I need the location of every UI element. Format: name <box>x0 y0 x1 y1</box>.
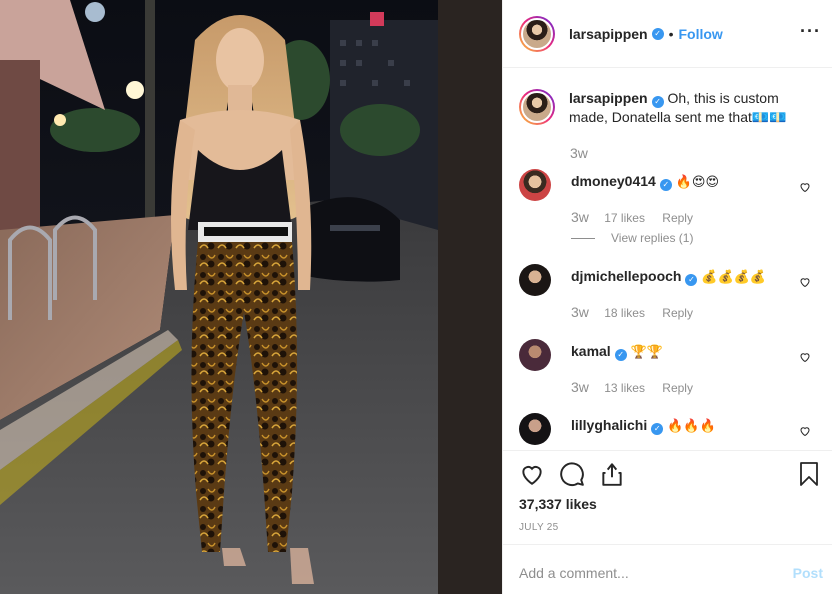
verified-badge-icon: ✓ <box>659 179 672 191</box>
comment-meta: 3w 17 likes Reply <box>571 209 693 225</box>
separator-dot: • <box>668 25 674 42</box>
comment-username[interactable]: kamal <box>571 343 611 359</box>
comment-item: djmichellepooch ✓ 💰💰💰💰 3w 18 likes Reply <box>519 264 819 324</box>
comment-likes[interactable]: 13 likes <box>604 381 645 395</box>
comment-bubble-icon[interactable] <box>559 461 585 487</box>
verified-badge-icon: ✓ <box>685 274 698 286</box>
comment-item: lillyghalichi ✓ 🔥🔥🔥 <box>519 413 819 450</box>
comment-text: 💰💰💰💰 <box>701 270 767 285</box>
add-comment-input[interactable]: Add a comment... <box>519 565 629 581</box>
like-comment-heart-icon[interactable] <box>799 276 811 288</box>
comment-time[interactable]: 3w <box>571 379 589 395</box>
comments-list[interactable]: larsapippen ✓ Oh, this is custom made, Do… <box>503 69 832 450</box>
comment-item: dmoney0414 ✓ 🔥😍😍 3w 17 likes Reply View r… <box>519 169 819 249</box>
post-actions: 37,337 likes JULY 25 <box>503 450 832 544</box>
comment-avatar[interactable] <box>519 169 551 201</box>
follow-button[interactable]: Follow <box>679 26 723 42</box>
instagram-post: larsapippen ✓ • Follow ··· larsapippen ✓ … <box>0 0 832 594</box>
save-bookmark-button[interactable] <box>797 461 821 487</box>
caption: larsapippen ✓ Oh, this is custom made, Do… <box>519 89 819 161</box>
verified-badge-icon: ✓ <box>614 349 627 361</box>
comment-text: 🏆🏆 <box>630 345 663 360</box>
comment-item: kamal ✓ 🏆🏆 3w 13 likes Reply <box>519 339 819 399</box>
comment-avatar[interactable] <box>519 264 551 296</box>
caption-time[interactable]: 3w <box>570 145 588 161</box>
author-avatar[interactable] <box>519 15 555 52</box>
caption-text-block: larsapippen ✓ Oh, this is custom made, Do… <box>569 89 809 126</box>
comment-meta: 3w 13 likes Reply <box>571 379 693 395</box>
reply-button[interactable]: Reply <box>662 211 693 225</box>
replies-divider <box>571 238 595 240</box>
comment-username[interactable]: lillyghalichi <box>571 417 647 433</box>
caption-avatar[interactable] <box>519 89 555 125</box>
caption-username[interactable]: larsapippen <box>569 90 648 106</box>
post-side-panel: larsapippen ✓ • Follow ··· larsapippen ✓ … <box>502 0 832 594</box>
comment-time[interactable]: 3w <box>571 209 589 225</box>
author-username[interactable]: larsapippen <box>569 26 648 42</box>
like-heart-icon[interactable] <box>519 461 545 487</box>
comment-line: lillyghalichi ✓ 🔥🔥🔥 <box>571 417 716 435</box>
comment-username[interactable]: dmoney0414 <box>571 173 656 189</box>
comment-likes[interactable]: 17 likes <box>604 211 645 225</box>
post-date[interactable]: JULY 25 <box>519 522 559 533</box>
add-comment-bar: Add a comment... Post <box>503 544 832 594</box>
view-replies-label: View replies (1) <box>611 231 694 245</box>
verified-badge-icon: ✓ <box>651 96 664 108</box>
like-comment-heart-icon[interactable] <box>799 181 811 193</box>
comment-line: djmichellepooch ✓ 💰💰💰💰 <box>571 268 766 286</box>
more-options-icon[interactable]: ··· <box>800 22 821 40</box>
post-header: larsapippen ✓ • Follow ··· <box>503 0 832 68</box>
bookmark-icon <box>800 462 818 486</box>
comment-avatar[interactable] <box>519 413 551 445</box>
action-icons <box>519 461 625 487</box>
comment-text: 🔥🔥🔥 <box>667 419 716 434</box>
reply-button[interactable]: Reply <box>662 381 693 395</box>
comment-avatar[interactable] <box>519 339 551 371</box>
like-comment-heart-icon[interactable] <box>799 425 811 437</box>
comment-time[interactable]: 3w <box>571 304 589 320</box>
likes-count[interactable]: 37,337 likes <box>519 496 597 512</box>
verified-badge-icon: ✓ <box>651 423 664 435</box>
comment-username[interactable]: djmichellepooch <box>571 268 681 284</box>
comment-text: 🔥😍😍 <box>675 175 720 190</box>
comment-line: dmoney0414 ✓ 🔥😍😍 <box>571 173 719 191</box>
post-image <box>0 0 502 594</box>
like-comment-heart-icon[interactable] <box>799 351 811 363</box>
comment-likes[interactable]: 18 likes <box>604 306 645 320</box>
comment-meta: 3w 18 likes Reply <box>571 304 693 320</box>
share-icon[interactable] <box>599 461 625 487</box>
verified-badge-icon: ✓ <box>651 27 664 40</box>
post-photo[interactable] <box>0 0 502 594</box>
view-replies-button[interactable]: View replies (1) <box>571 231 693 245</box>
comment-line: kamal ✓ 🏆🏆 <box>571 343 663 361</box>
post-comment-button[interactable]: Post <box>793 565 823 581</box>
reply-button[interactable]: Reply <box>662 306 693 320</box>
